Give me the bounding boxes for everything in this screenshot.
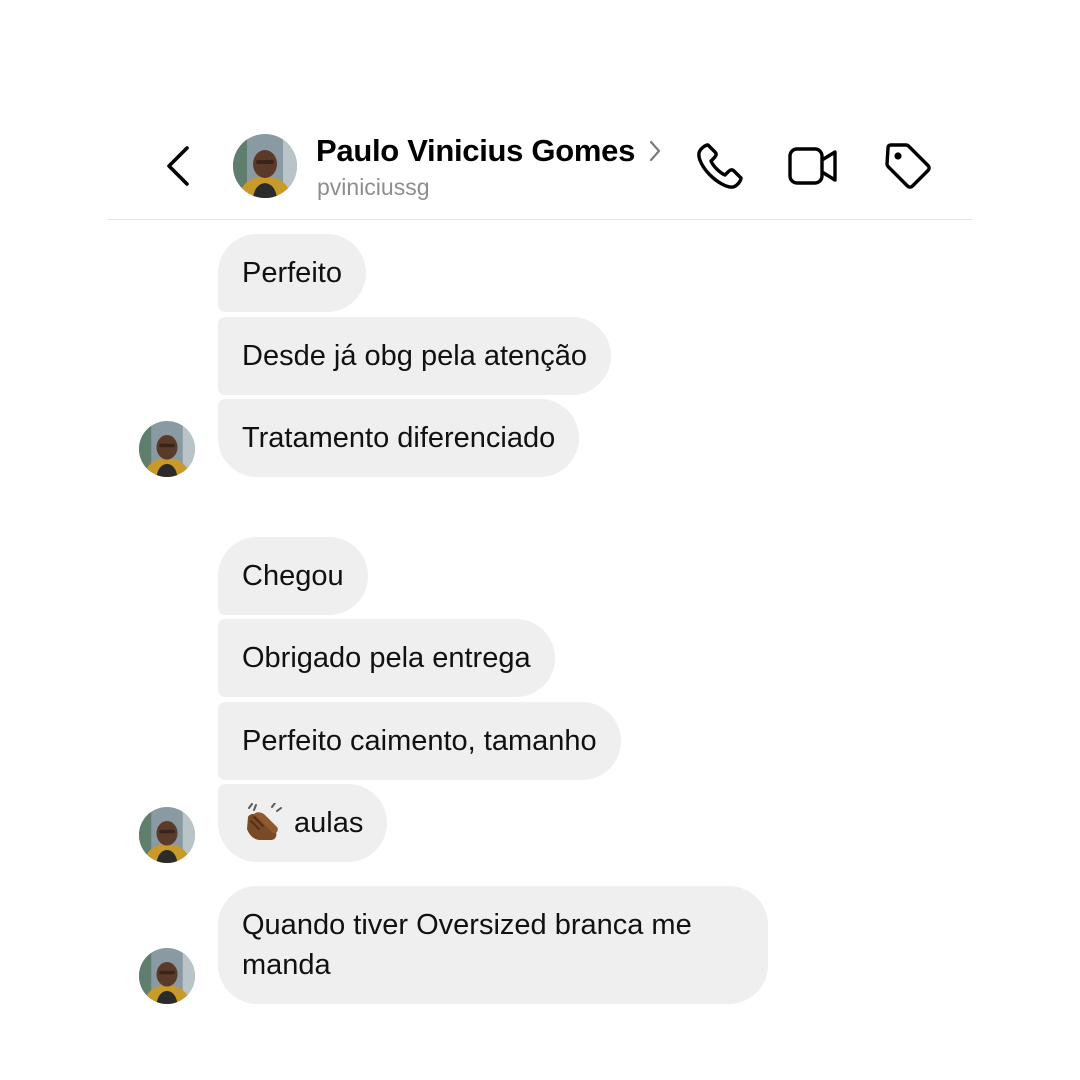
sender-avatar[interactable] [139, 421, 195, 477]
contact-username: pviniciussg [317, 174, 430, 200]
video-call-button[interactable] [787, 140, 839, 192]
sender-avatar[interactable] [139, 807, 195, 863]
message-text: Perfeito [242, 257, 342, 289]
sender-avatar[interactable] [139, 948, 195, 1004]
header-avatar[interactable] [233, 134, 297, 198]
message-bubble[interactable]: Obrigado pela entrega [218, 619, 555, 697]
message-text: aulas [294, 807, 364, 839]
message-bubble[interactable]: Quando tiver Oversized branca me manda [218, 886, 768, 1004]
tag-icon [885, 143, 931, 189]
message-bubble[interactable]: Desde já obg pela atenção [218, 317, 612, 395]
message-text: Perfeito caimento, tamanho [242, 725, 597, 757]
message-bubble[interactable]: Tratamento diferenciado [218, 399, 580, 477]
video-camera-icon [788, 147, 837, 185]
back-button[interactable] [160, 141, 200, 191]
chevron-right-icon [649, 140, 661, 162]
chat-header: Paulo Vinicius Gomes pviniciussg [0, 0, 1080, 221]
message-bubble[interactable]: 👏🏾aulas [218, 784, 388, 862]
message-text: Obrigado pela entrega [242, 642, 531, 674]
message-text: Tratamento diferenciado [242, 422, 556, 454]
message-text: Quando tiver Oversized branca me manda [242, 909, 692, 981]
call-button[interactable] [694, 140, 746, 192]
contact-name-row[interactable]: Paulo Vinicius Gomes [316, 131, 663, 171]
message-bubble[interactable]: Perfeito [218, 234, 366, 312]
header-divider [108, 219, 972, 220]
chat-screen: Paulo Vinicius Gomes pviniciussg Perfeit… [0, 0, 1080, 1080]
clapping-hands-emoji [242, 802, 284, 843]
message-bubble[interactable]: Chegou [218, 537, 368, 615]
chevron-left-icon [167, 146, 189, 186]
message-text: Chegou [242, 560, 344, 592]
contact-name: Paulo Vinicius Gomes [316, 133, 636, 168]
phone-icon [697, 143, 743, 189]
message-text: Desde já obg pela atenção [242, 340, 588, 372]
tag-button[interactable] [882, 140, 934, 192]
message-bubble[interactable]: Perfeito caimento, tamanho [218, 702, 621, 780]
